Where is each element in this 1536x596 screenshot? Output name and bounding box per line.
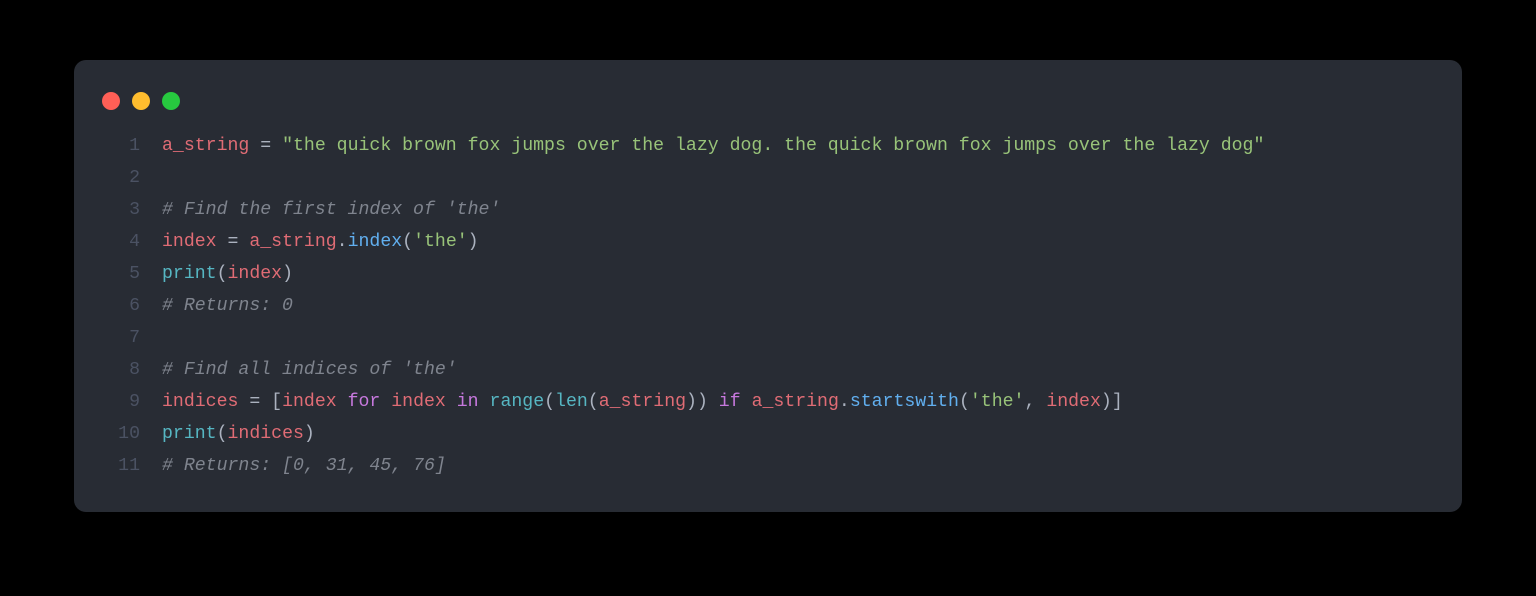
token-default: [741, 392, 752, 412]
code-content: # Returns: 0: [162, 290, 293, 322]
token-op: =: [228, 232, 239, 252]
token-var: a_string: [249, 232, 336, 252]
token-punc: ): [697, 392, 708, 412]
token-var: a_string: [162, 136, 249, 156]
code-line[interactable]: 6# Returns: 0: [102, 290, 1434, 322]
code-line[interactable]: 2: [102, 162, 1434, 194]
code-line[interactable]: 5print(index): [102, 258, 1434, 290]
code-content: a_string = "the quick brown fox jumps ov…: [162, 130, 1264, 162]
token-punc: ): [304, 424, 315, 444]
token-punc: ): [686, 392, 697, 412]
token-kw: if: [719, 392, 741, 412]
line-number: 10: [102, 418, 162, 450]
token-kw: in: [457, 392, 479, 412]
token-punc: (: [544, 392, 555, 412]
token-default: [238, 392, 249, 412]
token-var: index: [228, 264, 283, 284]
token-default: [271, 136, 282, 156]
token-op: =: [260, 136, 271, 156]
zoom-icon[interactable]: [162, 92, 180, 110]
code-editor[interactable]: 1a_string = "the quick brown fox jumps o…: [74, 130, 1462, 482]
token-default: [380, 392, 391, 412]
code-content: # Returns: [0, 31, 45, 76]: [162, 450, 446, 482]
token-var: a_string: [752, 392, 839, 412]
line-number: 3: [102, 194, 162, 226]
token-com: # Returns: 0: [162, 296, 293, 316]
token-builtin: print: [162, 264, 217, 284]
token-str: 'the': [970, 392, 1025, 412]
token-punc: ,: [1024, 392, 1035, 412]
token-var: indices: [228, 424, 304, 444]
token-func: startswith: [850, 392, 959, 412]
code-window: 1a_string = "the quick brown fox jumps o…: [74, 60, 1462, 512]
token-punc: ): [468, 232, 479, 252]
token-var: index: [391, 392, 446, 412]
token-default: [217, 232, 228, 252]
token-punc: (: [402, 232, 413, 252]
code-line[interactable]: 7: [102, 322, 1434, 354]
token-punc: (: [217, 264, 228, 284]
token-str: 'the': [413, 232, 468, 252]
token-default: [249, 136, 260, 156]
token-default: [238, 232, 249, 252]
close-icon[interactable]: [102, 92, 120, 110]
code-content: # Find the first index of 'the': [162, 194, 500, 226]
token-var: index: [162, 232, 217, 252]
code-line[interactable]: 10print(indices): [102, 418, 1434, 450]
token-default: [337, 392, 348, 412]
token-default: [708, 392, 719, 412]
code-line[interactable]: 4index = a_string.index('the'): [102, 226, 1434, 258]
code-line[interactable]: 9indices = [index for index in range(len…: [102, 386, 1434, 418]
token-func: index: [348, 232, 403, 252]
token-builtin: print: [162, 424, 217, 444]
code-line[interactable]: 11# Returns: [0, 31, 45, 76]: [102, 450, 1434, 482]
token-punc: [: [271, 392, 282, 412]
code-content: print(index): [162, 258, 293, 290]
code-line[interactable]: 1a_string = "the quick brown fox jumps o…: [102, 130, 1434, 162]
token-var: index: [1046, 392, 1101, 412]
line-number: 5: [102, 258, 162, 290]
token-punc: .: [337, 232, 348, 252]
line-number: 7: [102, 322, 162, 354]
code-content: # Find all indices of 'the': [162, 354, 457, 386]
token-punc: ): [282, 264, 293, 284]
line-number: 11: [102, 450, 162, 482]
token-punc: ]: [1112, 392, 1123, 412]
line-number: 1: [102, 130, 162, 162]
token-default: [260, 392, 271, 412]
token-builtin: range: [490, 392, 545, 412]
token-com: # Find all indices of 'the': [162, 360, 457, 380]
code-line[interactable]: 3# Find the first index of 'the': [102, 194, 1434, 226]
token-var: indices: [162, 392, 238, 412]
window-titlebar: [74, 84, 1462, 130]
token-punc: (: [217, 424, 228, 444]
token-punc: (: [959, 392, 970, 412]
code-line[interactable]: 8# Find all indices of 'the': [102, 354, 1434, 386]
token-kw: for: [348, 392, 381, 412]
code-content: print(indices): [162, 418, 315, 450]
token-default: [446, 392, 457, 412]
token-default: [479, 392, 490, 412]
token-var: index: [282, 392, 337, 412]
line-number: 2: [102, 162, 162, 194]
token-punc: ): [1101, 392, 1112, 412]
token-var: a_string: [599, 392, 686, 412]
token-op: =: [249, 392, 260, 412]
token-punc: .: [839, 392, 850, 412]
code-content: index = a_string.index('the'): [162, 226, 479, 258]
line-number: 8: [102, 354, 162, 386]
code-content: indices = [index for index in range(len(…: [162, 386, 1123, 418]
minimize-icon[interactable]: [132, 92, 150, 110]
line-number: 6: [102, 290, 162, 322]
token-default: [1035, 392, 1046, 412]
token-str: "the quick brown fox jumps over the lazy…: [282, 136, 1264, 156]
line-number: 4: [102, 226, 162, 258]
token-com: # Returns: [0, 31, 45, 76]: [162, 456, 446, 476]
line-number: 9: [102, 386, 162, 418]
token-com: # Find the first index of 'the': [162, 200, 500, 220]
token-punc: (: [588, 392, 599, 412]
token-builtin: len: [555, 392, 588, 412]
